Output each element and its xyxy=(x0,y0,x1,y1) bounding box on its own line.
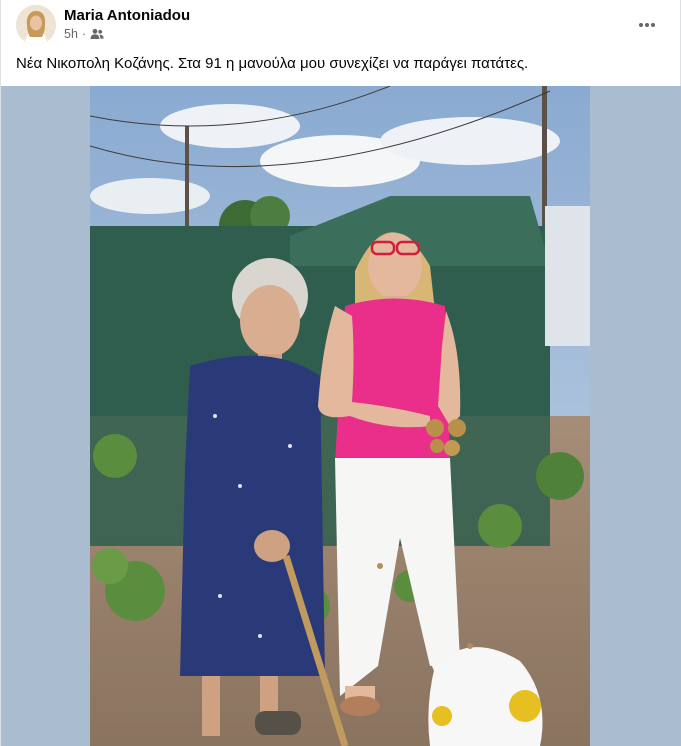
post-header: Maria Antoniadou 5h · xyxy=(1,0,681,52)
post-photo[interactable] xyxy=(90,86,590,746)
meta-separator: · xyxy=(81,27,87,41)
avatar[interactable] xyxy=(16,5,56,45)
feed-post: Maria Antoniadou 5h · Νέα Νικοπολη Κοζάν… xyxy=(0,0,681,746)
more-options-button[interactable] xyxy=(632,12,662,36)
post-media xyxy=(1,86,681,746)
post-time[interactable]: 5h xyxy=(64,27,78,41)
more-horizontal-icon xyxy=(638,15,656,33)
post-meta: 5h · xyxy=(64,27,104,41)
friends-icon[interactable] xyxy=(90,28,104,40)
author-name[interactable]: Maria Antoniadou xyxy=(64,7,190,24)
post-caption: Νέα Νικοπολη Κοζάνης. Στα 91 η μανούλα μ… xyxy=(16,55,529,72)
